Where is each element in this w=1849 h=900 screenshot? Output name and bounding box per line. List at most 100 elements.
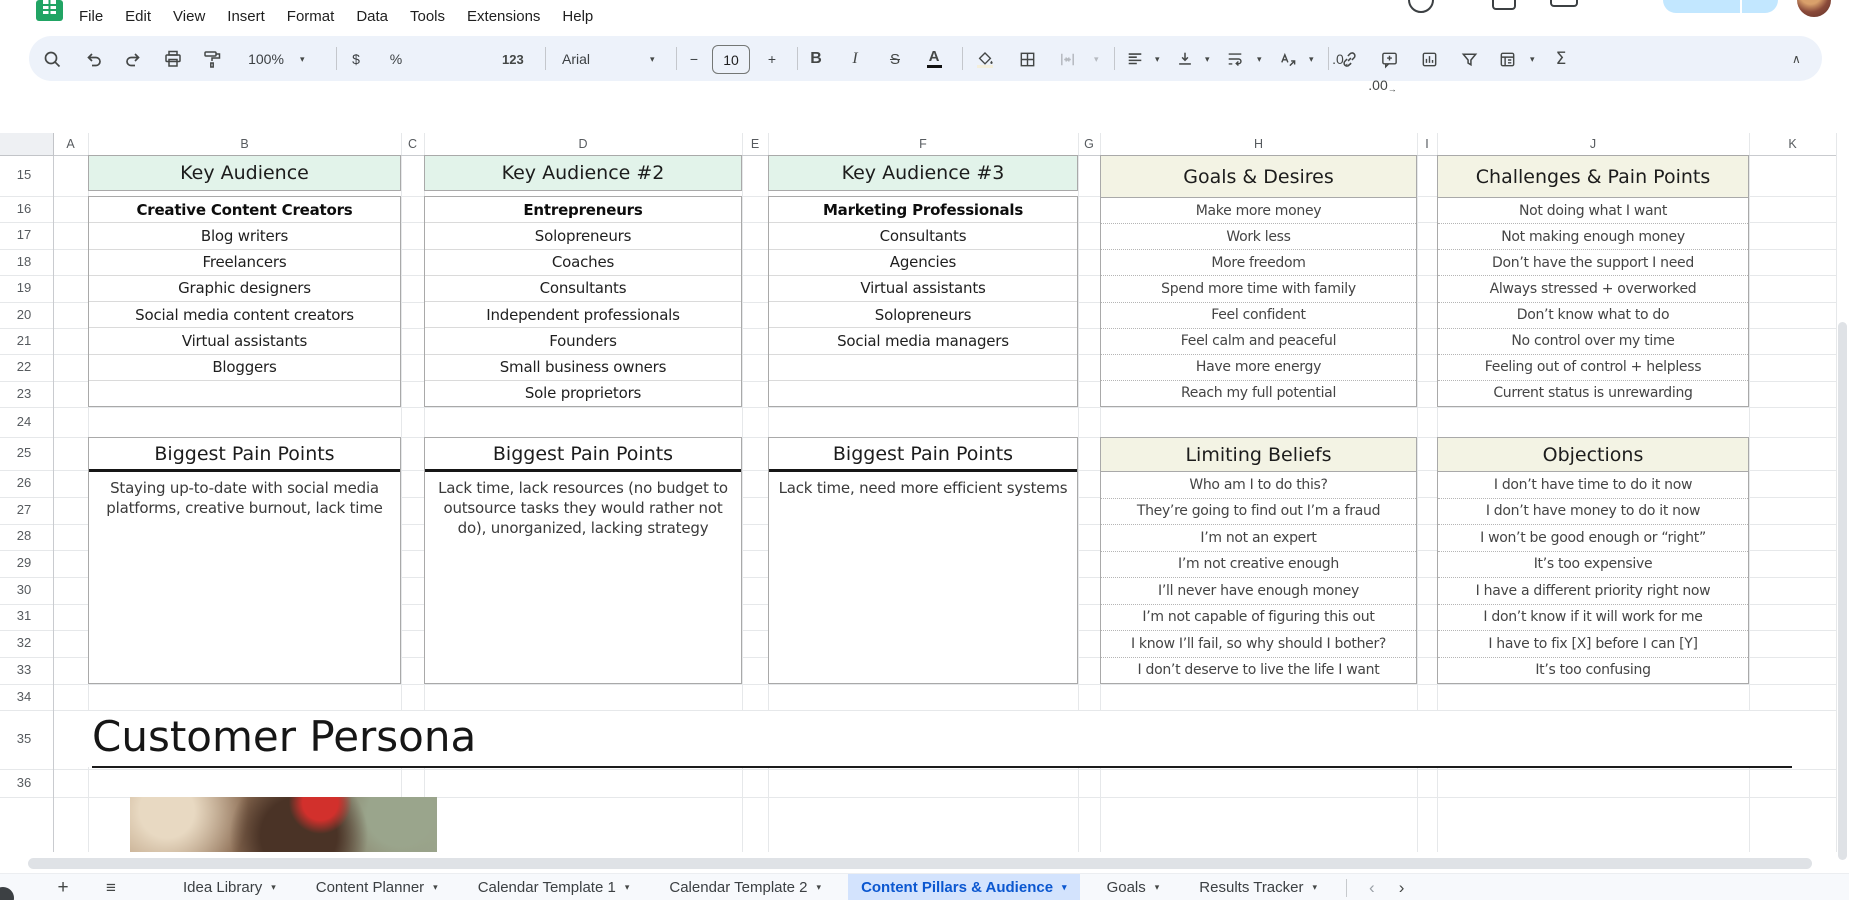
cell[interactable]: Not making enough money bbox=[1438, 223, 1748, 249]
cell[interactable]: Virtual assistants bbox=[769, 275, 1077, 301]
vertical-scrollbar[interactable] bbox=[1838, 322, 1847, 860]
limiting-beliefs-header[interactable]: Limiting Beliefs bbox=[1101, 438, 1416, 472]
tab-caret-icon[interactable]: ▾ bbox=[625, 882, 630, 893]
cell[interactable]: Founders bbox=[425, 327, 741, 353]
cell[interactable]: Social media content creators bbox=[89, 301, 400, 327]
functions-button[interactable]: Σ bbox=[1552, 46, 1570, 72]
cell[interactable]: It’s too confusing bbox=[1438, 657, 1748, 684]
row-header[interactable]: 17 bbox=[0, 227, 48, 243]
row-header[interactable]: 35 bbox=[0, 731, 48, 747]
row-header[interactable]: 24 bbox=[0, 414, 48, 430]
all-sheets-menu-button[interactable]: ≡ bbox=[98, 878, 124, 898]
cell[interactable]: Social media managers bbox=[769, 327, 1077, 353]
row-header[interactable]: 33 bbox=[0, 662, 48, 678]
cell[interactable]: Feel calm and peaceful bbox=[1101, 328, 1416, 354]
cell[interactable] bbox=[89, 380, 400, 406]
cell[interactable]: Entrepreneurs bbox=[425, 197, 741, 222]
tab-calendar-template-1[interactable]: Calendar Template 1▾ bbox=[465, 874, 643, 900]
column-header-k[interactable]: K bbox=[1749, 133, 1836, 155]
cell[interactable]: I don’t have time to do it now bbox=[1438, 472, 1748, 498]
insert-chart-icon[interactable] bbox=[1420, 46, 1439, 72]
menu-help[interactable]: Help bbox=[551, 0, 604, 33]
cell[interactable]: Marketing Professionals bbox=[769, 197, 1077, 222]
row-header[interactable]: 20 bbox=[0, 307, 48, 323]
insert-link-icon[interactable] bbox=[1340, 46, 1359, 72]
cell[interactable]: Virtual assistants bbox=[89, 327, 400, 353]
cell[interactable]: Don’t know what to do bbox=[1438, 302, 1748, 328]
row-header[interactable]: 26 bbox=[0, 475, 48, 491]
menu-view[interactable]: View bbox=[162, 0, 216, 33]
row-header[interactable]: 18 bbox=[0, 254, 48, 270]
pain-points-3-header[interactable]: Biggest Pain Points bbox=[769, 438, 1077, 472]
cell[interactable]: Always stressed + overworked bbox=[1438, 275, 1748, 301]
cell[interactable]: Bloggers bbox=[89, 354, 400, 380]
italic-button[interactable]: I bbox=[847, 46, 863, 72]
cell[interactable]: It’s too expensive bbox=[1438, 551, 1748, 578]
cell[interactable]: I don’t deserve to live the life I want bbox=[1101, 657, 1416, 684]
sheets-logo-icon[interactable] bbox=[36, 0, 63, 21]
row-header[interactable]: 30 bbox=[0, 582, 48, 598]
create-filter-icon[interactable] bbox=[1460, 46, 1479, 72]
cell[interactable]: I have a different priority right now bbox=[1438, 577, 1748, 604]
column-header-h[interactable]: H bbox=[1100, 133, 1417, 155]
cell[interactable]: Reach my full potential bbox=[1101, 380, 1416, 406]
row-header[interactable]: 19 bbox=[0, 280, 48, 296]
decrease-font-size-button[interactable]: − bbox=[686, 46, 702, 72]
cell[interactable]: Agencies bbox=[769, 249, 1077, 275]
increase-font-size-button[interactable]: + bbox=[764, 46, 780, 72]
row-header[interactable]: 22 bbox=[0, 359, 48, 375]
cell[interactable]: I know I’ll fail, so why should I bother… bbox=[1101, 630, 1416, 657]
row-header[interactable]: 34 bbox=[0, 689, 48, 705]
cell[interactable]: I’m not creative enough bbox=[1101, 551, 1416, 578]
cell[interactable]: Graphic designers bbox=[89, 275, 400, 301]
column-header-i[interactable]: I bbox=[1417, 133, 1437, 155]
pain-points-3-text[interactable]: Lack time, need more efficient systems bbox=[769, 472, 1077, 499]
cell[interactable]: I’m not an expert bbox=[1101, 524, 1416, 551]
text-wrap-icon[interactable] bbox=[1226, 46, 1244, 72]
tab-caret-icon[interactable]: ▾ bbox=[1313, 882, 1318, 893]
share-button[interactable] bbox=[1663, 0, 1778, 13]
row-header[interactable]: 15 bbox=[0, 167, 48, 183]
format-percent-button[interactable]: % bbox=[386, 46, 406, 72]
paint-format-icon[interactable] bbox=[202, 46, 222, 72]
column-header-f[interactable]: F bbox=[768, 133, 1078, 155]
cell[interactable]: Work less bbox=[1101, 223, 1416, 249]
menu-tools[interactable]: Tools bbox=[399, 0, 456, 33]
column-header-g[interactable]: G bbox=[1078, 133, 1100, 155]
tab-results-tracker[interactable]: Results Tracker▾ bbox=[1186, 874, 1330, 900]
tab-caret-icon[interactable]: ▾ bbox=[817, 882, 822, 893]
tab-content-planner[interactable]: Content Planner▾ bbox=[303, 874, 451, 900]
cell[interactable]: I won’t be good enough or “right” bbox=[1438, 524, 1748, 551]
meet-icon[interactable] bbox=[1550, 0, 1578, 7]
cell[interactable]: Consultants bbox=[425, 275, 741, 301]
row-header[interactable]: 36 bbox=[0, 775, 48, 791]
tabs-scroll-left-icon[interactable]: ‹ bbox=[1357, 878, 1387, 898]
vertical-align-icon[interactable] bbox=[1176, 46, 1194, 72]
cell[interactable]: I’m not capable of figuring this out bbox=[1101, 604, 1416, 631]
persona-photo[interactable] bbox=[130, 797, 437, 852]
table-tools-icon[interactable] bbox=[1498, 46, 1517, 72]
key-audience-3-header[interactable]: Key Audience #3 bbox=[768, 155, 1078, 191]
cell[interactable]: I don’t know if it will work for me bbox=[1438, 604, 1748, 631]
zoom-select[interactable]: 100% bbox=[244, 46, 288, 72]
row-header[interactable]: 28 bbox=[0, 528, 48, 544]
cell[interactable] bbox=[769, 380, 1077, 406]
menu-format[interactable]: Format bbox=[276, 0, 346, 33]
row-header[interactable]: 25 bbox=[0, 445, 48, 461]
borders-icon[interactable] bbox=[1018, 46, 1037, 72]
pain-points-1-text[interactable]: Staying up-to-date with social media pla… bbox=[89, 472, 400, 519]
section-heading[interactable]: Customer Persona bbox=[92, 712, 476, 761]
comments-icon[interactable] bbox=[1492, 0, 1516, 10]
key-audience-1-header[interactable]: Key Audience bbox=[88, 155, 401, 191]
pain-points-2-header[interactable]: Biggest Pain Points bbox=[425, 438, 741, 472]
cell[interactable]: More freedom bbox=[1101, 249, 1416, 275]
menu-insert[interactable]: Insert bbox=[216, 0, 276, 33]
add-sheet-button[interactable]: + bbox=[50, 877, 76, 899]
select-all-corner[interactable] bbox=[0, 133, 54, 156]
goals-desires-header[interactable]: Goals & Desires bbox=[1101, 156, 1416, 198]
merge-cells-icon[interactable] bbox=[1058, 46, 1077, 72]
column-header-a[interactable]: A bbox=[53, 133, 88, 155]
redo-icon[interactable] bbox=[123, 46, 143, 72]
more-formats-button[interactable]: 123 bbox=[502, 46, 524, 72]
cell[interactable]: Feeling out of control + helpless bbox=[1438, 354, 1748, 380]
